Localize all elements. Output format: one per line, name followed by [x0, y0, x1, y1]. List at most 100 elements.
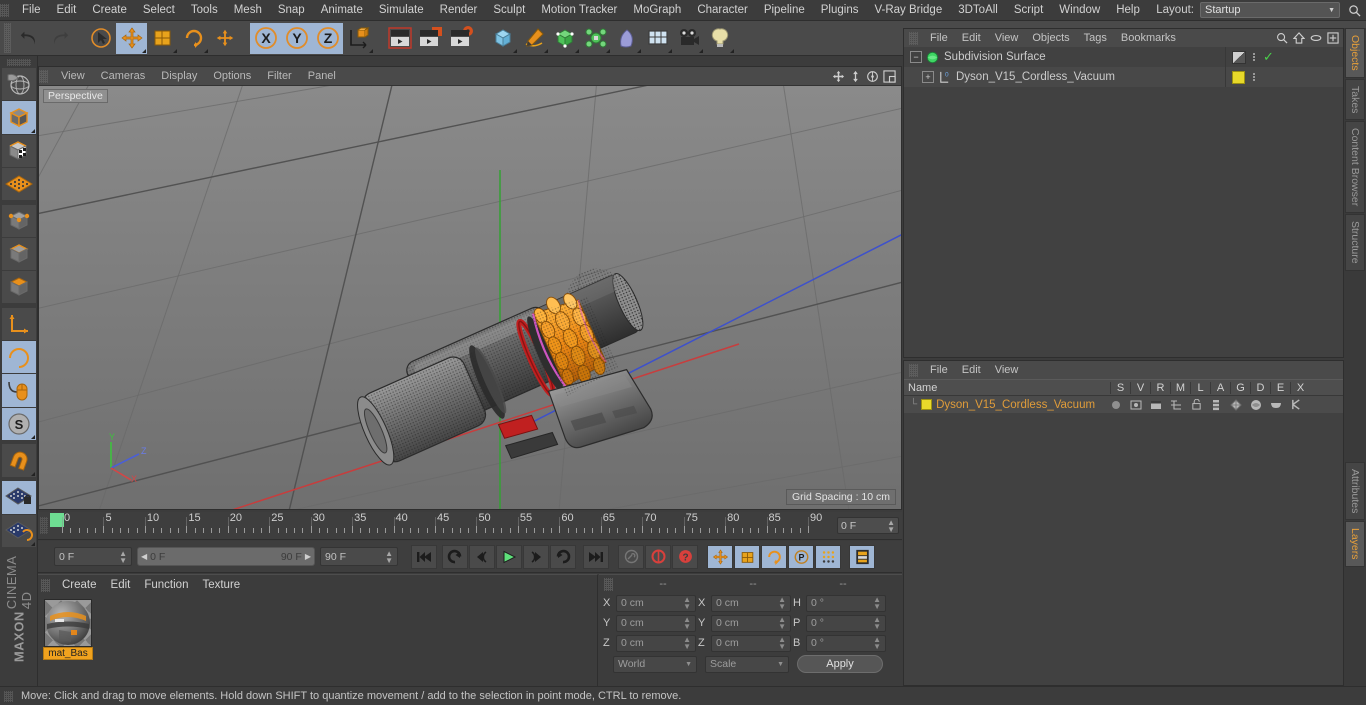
points-mode-button[interactable] — [1, 204, 36, 237]
edges-mode-button[interactable] — [1, 237, 36, 271]
layer-cell-s[interactable] — [1106, 400, 1126, 409]
move-alt-button[interactable] — [209, 22, 240, 54]
y-axis-button[interactable]: Y — [281, 22, 312, 54]
snap-button[interactable]: S — [1, 407, 36, 440]
transform-mode-dropdown[interactable]: Scale ▼ — [705, 655, 789, 673]
move-button[interactable] — [116, 22, 147, 54]
object-menu-tags[interactable]: Tags — [1077, 31, 1114, 45]
tree-collapse-icon[interactable]: − — [910, 51, 922, 63]
dolly-icon[interactable] — [848, 69, 863, 84]
layer-color-swatch[interactable] — [921, 399, 933, 410]
render-region-button[interactable] — [415, 22, 446, 54]
model-mode-button[interactable] — [1, 101, 36, 134]
play-reverse-button[interactable] — [442, 544, 468, 569]
rotation-p-input[interactable]: 0 ° ▲ ▼ — [806, 614, 886, 632]
workplane-lock-button[interactable] — [1, 481, 36, 514]
menu-plugins[interactable]: Plugins — [813, 2, 867, 18]
go-to-end-button[interactable] — [583, 544, 609, 569]
menu-mograph[interactable]: MoGraph — [625, 2, 689, 18]
tree-expand-icon[interactable]: + — [922, 71, 934, 83]
menu-create[interactable]: Create — [84, 2, 135, 18]
search-icon[interactable] — [1346, 2, 1362, 18]
magnet-button[interactable] — [1, 444, 36, 477]
current-frame-input[interactable]: 0 F ▲ ▼ — [54, 547, 132, 566]
search-icon[interactable] — [1275, 31, 1289, 45]
x-axis-button[interactable]: X — [250, 22, 281, 54]
tab-content-browser[interactable]: Content Browser — [1345, 121, 1365, 214]
layer-row[interactable]: └ Dyson_V15_Cordless_Vacuum — [904, 396, 1343, 413]
material-menu-edit[interactable]: Edit — [104, 577, 138, 593]
menu-animate[interactable]: Animate — [313, 2, 371, 18]
material-menu-create[interactable]: Create — [55, 577, 104, 593]
rotation-b-input[interactable]: 0 ° ▲ ▼ — [806, 634, 886, 652]
floor-button[interactable] — [642, 22, 673, 54]
layer-cell-v[interactable] — [1126, 400, 1146, 410]
spinner-icon[interactable]: ▲ ▼ — [683, 616, 691, 631]
object-menu-file[interactable]: File — [923, 31, 955, 45]
range-right-arrow-icon[interactable]: ▶ — [305, 552, 311, 561]
menu-mesh[interactable]: Mesh — [226, 2, 270, 18]
tab-objects[interactable]: Objects — [1345, 28, 1365, 78]
material-menu-function[interactable]: Function — [137, 577, 195, 593]
ellipse-icon[interactable] — [1309, 31, 1323, 45]
texture-mode-button[interactable] — [1, 134, 36, 167]
uv-mode-button[interactable] — [1, 167, 36, 201]
object-axis-button[interactable] — [1, 307, 36, 341]
menu-character[interactable]: Character — [689, 2, 756, 18]
tab-layers[interactable]: Layers — [1345, 521, 1365, 567]
menu-vray-bridge[interactable]: V-Ray Bridge — [866, 2, 950, 18]
menu-snap[interactable]: Snap — [270, 2, 313, 18]
record-active-objects-button[interactable] — [618, 544, 644, 569]
menu-help[interactable]: Help — [1108, 2, 1148, 18]
polygons-mode-button[interactable] — [1, 271, 36, 304]
pan-icon[interactable] — [831, 69, 846, 84]
tab-attributes[interactable]: Attributes — [1345, 462, 1365, 521]
apply-button[interactable]: Apply — [797, 655, 883, 673]
position-x-input[interactable]: 0 cm ▲ ▼ — [616, 594, 696, 612]
timeline-frame-field[interactable]: 0 F ▲ ▼ — [837, 517, 899, 534]
menu-edit[interactable]: Edit — [49, 2, 85, 18]
viewport-menu-view[interactable]: View — [53, 69, 93, 83]
menu-tools[interactable]: Tools — [183, 2, 226, 18]
layout-select[interactable]: Startup ▼ — [1200, 2, 1340, 18]
scale-button[interactable] — [147, 22, 178, 54]
layer-cell-e[interactable] — [1266, 400, 1286, 409]
render-view-button[interactable] — [384, 22, 415, 54]
menu-3dtoall[interactable]: 3DToAll — [950, 2, 1006, 18]
layer-menu-view[interactable]: View — [988, 363, 1026, 377]
generator-button[interactable] — [549, 22, 580, 54]
spline-pen-button[interactable] — [518, 22, 549, 54]
position-key-button[interactable] — [707, 544, 733, 569]
object-menu-bookmarks[interactable]: Bookmarks — [1114, 31, 1183, 45]
spinner-icon[interactable]: ▲ ▼ — [873, 596, 881, 611]
menu-pipeline[interactable]: Pipeline — [756, 2, 813, 18]
object-menu-objects[interactable]: Objects — [1025, 31, 1076, 45]
layer-cell-l[interactable] — [1186, 399, 1206, 410]
viewport-menu-display[interactable]: Display — [153, 69, 205, 83]
material-menu-texture[interactable]: Texture — [195, 577, 247, 593]
next-frame-button[interactable] — [523, 544, 549, 569]
timeline-ruler[interactable]: 0 5 10 15 20 25 30 35 40 45 50 55 60 65 70 75 80 85 90 — [50, 512, 832, 539]
autokeying-button[interactable] — [645, 544, 671, 569]
orbit-icon[interactable] — [865, 69, 880, 84]
preview-range-bar[interactable]: ◀ 0 F 90 F ▶ — [137, 547, 315, 566]
enable-axis-button[interactable] — [1, 341, 36, 374]
menu-file[interactable]: File — [14, 2, 49, 18]
timeline-button[interactable] — [849, 544, 875, 569]
go-to-start-button[interactable] — [411, 544, 437, 569]
viewport-grip[interactable] — [39, 69, 48, 83]
position-z-input[interactable]: 0 cm ▲ ▼ — [616, 634, 696, 652]
material-name-label[interactable]: mat_Bas — [43, 647, 93, 660]
viewport-menu-options[interactable]: Options — [205, 69, 259, 83]
primitive-cube-button[interactable] — [487, 22, 518, 54]
rotate-button[interactable] — [178, 22, 209, 54]
object-menu-edit[interactable]: Edit — [955, 31, 988, 45]
display-tag-icon[interactable] — [1232, 50, 1246, 64]
object-row-subdivision-surface[interactable]: − Subdivision Surface ✓ — [904, 47, 1343, 67]
scale-key-button[interactable] — [734, 544, 760, 569]
object-menu-view[interactable]: View — [988, 31, 1026, 45]
previous-frame-button[interactable] — [469, 544, 495, 569]
tab-structure[interactable]: Structure — [1345, 214, 1365, 271]
render-settings-button[interactable] — [446, 22, 477, 54]
point-level-animation-button[interactable] — [815, 544, 841, 569]
